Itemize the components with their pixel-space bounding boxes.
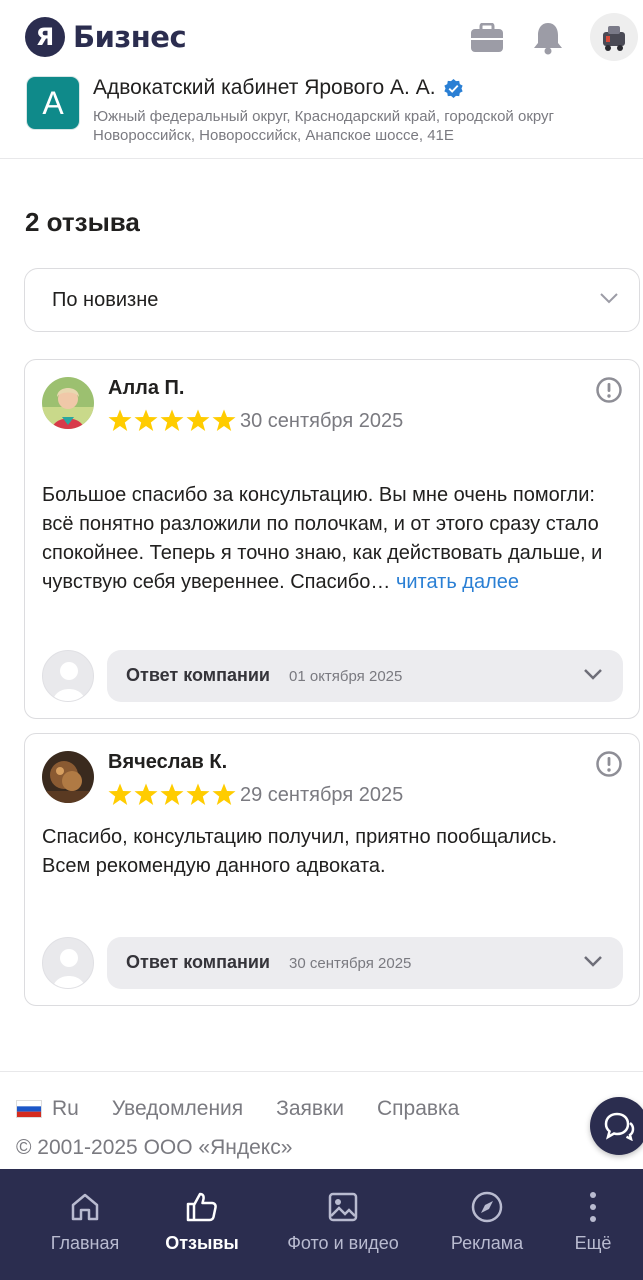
bell-icon[interactable] [528,18,568,58]
review-text: Большое спасибо за консультацию. Вы мне … [42,481,627,597]
verified-check-icon [443,78,463,98]
copyright: © 2001-2025 ООО «Яндекс» [16,1136,293,1159]
company-info[interactable]: А Адвокатский кабинет Ярового А. А. Южны… [25,75,625,155]
footer-divider [0,1071,643,1072]
nav-item-ads[interactable]: Реклама [442,1169,532,1280]
star-icon [108,783,132,805]
review-text: Спасибо, консультацию получил, приятно п… [42,823,627,881]
user-avatar[interactable] [590,13,638,61]
reviewer-name[interactable]: Вячеслав К. [108,751,227,774]
chat-button[interactable] [590,1097,643,1155]
read-more-link[interactable]: читать далее [396,571,519,593]
language-switch[interactable]: Ru [52,1097,79,1121]
chevron-down-icon [583,667,603,686]
reply-date: 01 октября 2025 [289,668,403,685]
yandex-business-logo[interactable]: Я Бизнес [25,17,187,57]
star-icon [186,409,210,431]
company-reply-toggle[interactable]: Ответ компании 30 сентября 2025 [107,937,623,989]
nav-label: Отзывы [165,1233,239,1253]
chevron-down-icon [599,291,619,310]
nav-item-more[interactable]: Ещё [566,1169,620,1280]
report-icon[interactable] [595,750,623,778]
top-header: Я Бизнес [0,0,643,72]
chevron-down-icon [583,954,603,973]
star-icon [212,409,236,431]
header-divider [0,158,643,159]
nav-item-media[interactable]: Фото и видео [275,1169,411,1280]
reply-label: Ответ компании [126,665,270,685]
report-icon[interactable] [595,376,623,404]
more-vertical-icon [575,1189,611,1225]
footer-links: Ru Уведомления Заявки Справка [16,1097,492,1121]
bottom-navigation: Главная Отзывы Фото и видео Реклама Ещё [0,1169,643,1280]
chat-icon [604,1112,635,1141]
reviews-count-title: 2 отзыва [25,207,140,237]
logo-text: Бизнес [73,20,187,54]
home-icon [67,1189,103,1225]
review-card: Алла П. 30 сентября 2025 Большое спасибо… [24,359,640,719]
ad-compass-icon [469,1189,505,1225]
nav-item-home[interactable]: Главная [38,1169,132,1280]
star-icon [160,783,184,805]
rating-stars [108,409,236,432]
image-icon [325,1189,361,1225]
briefcase-icon[interactable] [467,18,507,58]
reply-label: Ответ компании [126,952,270,972]
company-logo: А [27,77,79,129]
nav-label: Ещё [574,1233,612,1253]
rating-stars [108,783,236,806]
reviewer-avatar[interactable] [42,377,94,429]
company-name-row: Адвокатский кабинет Ярового А. А. [93,76,463,100]
russian-flag-icon [16,1100,42,1118]
nav-label: Фото и видео [287,1233,399,1253]
reviewer-avatar[interactable] [42,751,94,803]
review-text-line: Спасибо, консультацию получил, приятно п… [42,826,558,848]
company-address: Южный федеральный округ, Краснодарский к… [93,108,555,144]
reviewer-name[interactable]: Алла П. [108,377,184,400]
footer-link-help[interactable]: Справка [377,1097,459,1121]
star-icon [108,409,132,431]
thumbs-up-icon [184,1189,220,1225]
company-reply-avatar [42,650,94,702]
nav-label: Реклама [450,1233,524,1253]
nav-label: Главная [50,1233,120,1253]
star-icon [212,783,236,805]
company-name: Адвокатский кабинет Ярового А. А. [93,76,436,99]
sort-selected-value: По новизне [52,289,159,311]
company-reply-toggle[interactable]: Ответ компании 01 октября 2025 [107,650,623,702]
star-icon [186,783,210,805]
footer-link-requests[interactable]: Заявки [276,1097,344,1121]
review-text-line: Всем рекомендую данного адвоката. [42,855,386,877]
company-reply-avatar [42,937,94,989]
star-icon [134,409,158,431]
review-date: 29 сентября 2025 [240,784,404,806]
sort-select[interactable]: По новизне [24,268,640,332]
yandex-logo-icon: Я [25,17,65,57]
review-card: Вячеслав К. 29 сентября 2025 Спасибо, ко… [24,733,640,1006]
review-date: 30 сентября 2025 [240,410,404,432]
nav-item-reviews[interactable]: Отзывы [160,1169,244,1280]
reply-date: 30 сентября 2025 [289,955,412,972]
star-icon [134,783,158,805]
footer-link-notifications[interactable]: Уведомления [112,1097,243,1121]
star-icon [160,409,184,431]
